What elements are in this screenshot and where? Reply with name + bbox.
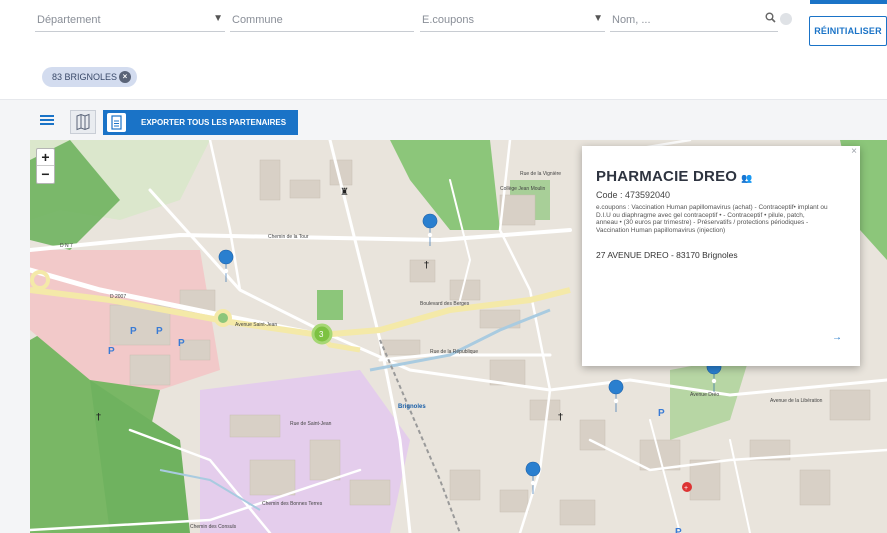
clear-search-icon[interactable]	[780, 13, 792, 25]
road-label-rue-republique: Rue de la République	[430, 349, 478, 355]
svg-text:†: †	[558, 412, 563, 423]
partner-name: PHARMACIE DREO	[596, 168, 738, 185]
commune-placeholder: Commune	[232, 14, 283, 26]
departement-placeholder: Département	[37, 14, 101, 26]
svg-text:+: +	[684, 485, 688, 492]
spreadsheet-icon	[107, 113, 126, 132]
partner-code: Code : 473592040	[596, 190, 671, 200]
svg-text:P: P	[178, 338, 185, 349]
accent-strip	[810, 0, 887, 4]
ecoupons-select[interactable]: E.coupons ▼	[420, 10, 605, 32]
zoom-control: + −	[36, 148, 55, 184]
road-label-d2007: D 2007	[110, 294, 126, 300]
svg-text:P: P	[658, 408, 665, 419]
map-icon	[76, 113, 90, 131]
search-icon[interactable]	[765, 12, 776, 26]
people-icon: 👥	[741, 173, 753, 183]
partner-ecoupons: e.coupons : Vaccination Human papillomav…	[596, 204, 828, 234]
partner-popup: × PHARMACIE DREO 👥 Code : 473592040 e.cou…	[582, 146, 860, 366]
export-label: EXPORTER TOUS LES PARTENAIRES	[141, 118, 287, 127]
road-label-dn7: D N 7	[60, 243, 73, 249]
road-label-chemin-bonnes-terres: Chemin des Bonnes Terres	[262, 501, 323, 507]
export-partners-button[interactable]: EXPORTER TOUS LES PARTENAIRES	[103, 110, 298, 135]
popup-title: PHARMACIE DREO 👥	[596, 168, 753, 185]
road-label-chemin-tour: Chemin de la Tour	[268, 234, 309, 240]
svg-text:†: †	[96, 412, 101, 423]
road-label-boulevard-berges: Boulevard des Berges	[420, 301, 470, 307]
road-label-chemin-consuls: Chemin des Consuls	[190, 524, 237, 530]
road-label-rue-vigniere: Rue de la Vignière	[520, 171, 561, 177]
town-label-brignoles: Brignoles	[398, 404, 426, 410]
road-label-avenue-saint-jean: Avenue Saint-Jean	[235, 322, 277, 328]
poi-label-college: Collège Jean Moulin	[500, 186, 546, 192]
svg-text:P: P	[130, 326, 137, 337]
departement-select[interactable]: Département ▼	[35, 10, 225, 32]
list-view-icon[interactable]	[40, 115, 54, 125]
svg-text:P: P	[108, 346, 115, 357]
road-label-rue-saint-jean: Rue de Saint-Jean	[290, 421, 332, 427]
road-label-avenue-liberation: Avenue de la Libération	[770, 398, 823, 404]
road-label-avenue-dreo: Avenue Dréo	[690, 392, 719, 398]
zoom-in-button[interactable]: +	[37, 149, 54, 166]
map-view-button[interactable]	[70, 110, 96, 134]
caret-down-icon: ▼	[213, 13, 223, 24]
arrow-right-icon[interactable]: →	[832, 332, 842, 343]
close-icon[interactable]: ×	[851, 146, 857, 157]
nom-placeholder: Nom, ...	[612, 14, 651, 26]
caret-down-icon: ▼	[593, 13, 603, 24]
cluster-count: 3	[319, 330, 324, 339]
filter-chip-commune[interactable]: 83 BRIGNOLES ×	[42, 67, 137, 87]
chip-remove-icon[interactable]: ×	[119, 71, 131, 83]
svg-text:†: †	[424, 260, 429, 271]
svg-text:♜: ♜	[340, 187, 349, 198]
nom-search-input[interactable]: Nom, ...	[610, 10, 778, 32]
commune-input[interactable]: Commune	[230, 10, 414, 32]
app-page: Département ▼ Commune E.coupons ▼ Nom, .…	[0, 0, 887, 533]
chip-label: 83 BRIGNOLES	[52, 72, 118, 82]
zoom-out-button[interactable]: −	[37, 166, 54, 183]
svg-text:P: P	[675, 527, 682, 533]
reset-button[interactable]: RÉINITIALISER	[809, 16, 887, 46]
svg-text:P: P	[156, 326, 163, 337]
partner-address: 27 AVENUE DREO - 83170 Brignoles	[596, 250, 738, 260]
ecoupons-placeholder: E.coupons	[422, 14, 474, 26]
filter-panel: Département ▼ Commune E.coupons ▼ Nom, .…	[0, 0, 887, 100]
